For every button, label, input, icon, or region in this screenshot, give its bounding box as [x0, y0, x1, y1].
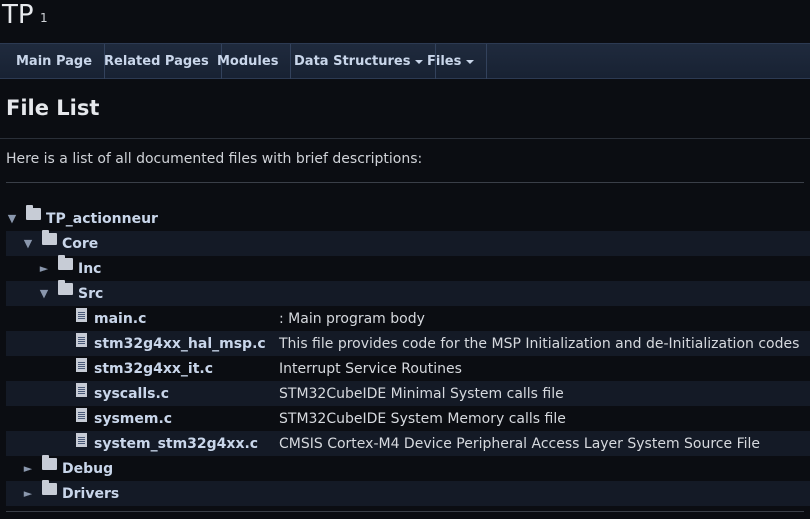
- nav-files[interactable]: Files: [415, 44, 488, 79]
- title-area: TP 1: [0, 0, 810, 42]
- tree-row-name[interactable]: Src: [78, 286, 103, 302]
- triangle-down-icon[interactable]: ▼: [22, 237, 34, 250]
- tree-row-name[interactable]: stm32g4xx_hal_msp.c: [94, 336, 266, 352]
- tree-row: ► Inc: [6, 255, 810, 281]
- tree-row-description: This file provides code for the MSP Init…: [279, 336, 800, 352]
- tree-row-name[interactable]: Drivers: [62, 486, 119, 502]
- chevron-down-icon: [466, 59, 475, 64]
- tree-row: main.c : Main program body: [6, 306, 810, 331]
- tree-row-name[interactable]: Debug: [62, 461, 113, 477]
- nav-data-structures-label: Data Structures: [294, 54, 411, 69]
- tree-row: ▼ Src: [6, 280, 810, 306]
- tree-row-name[interactable]: system_stm32g4xx.c: [94, 436, 258, 452]
- tree-row: ► Drivers: [6, 480, 810, 506]
- triangle-right-icon[interactable]: ►: [38, 262, 50, 275]
- page-title: File List: [6, 96, 100, 120]
- file-icon: [76, 408, 87, 422]
- header-title: File List: [0, 80, 810, 139]
- tree-row: sysmem.c STM32CubeIDE System Memory call…: [6, 406, 810, 431]
- file-icon: [76, 383, 87, 397]
- folder-icon: [26, 205, 41, 220]
- tree-row: ▼ Core: [6, 230, 810, 256]
- folder-icon: [42, 230, 57, 245]
- tree-row: syscalls.c STM32CubeIDE Minimal System c…: [6, 381, 810, 406]
- file-icon: [76, 308, 87, 322]
- tree-row-name[interactable]: Core: [62, 236, 98, 252]
- tree-row-name[interactable]: main.c: [94, 311, 146, 327]
- tree-row-name[interactable]: sysmem.c: [94, 411, 172, 427]
- project-name: TP: [2, 0, 34, 30]
- tree-row-description: STM32CubeIDE System Memory calls file: [279, 411, 566, 427]
- folder-icon: [58, 255, 73, 270]
- file-icon: [76, 333, 87, 347]
- nav-related-pages-label: Related Pages: [104, 54, 209, 69]
- file-icon: [76, 433, 87, 447]
- tree-row-name[interactable]: syscalls.c: [94, 386, 169, 402]
- tree-row-description: CMSIS Cortex-M4 Device Peripheral Access…: [279, 436, 760, 452]
- tree-row: stm32g4xx_it.c Interrupt Service Routine…: [6, 356, 810, 381]
- triangle-down-icon[interactable]: ▼: [6, 212, 18, 225]
- file-tree: ▼ TP_actionneur ▼ Core ► Inc ▼ Src main.…: [6, 205, 810, 506]
- intro-text: Here is a list of all documented files w…: [6, 151, 423, 167]
- nav-files-label: Files: [427, 54, 462, 69]
- tree-row-name[interactable]: stm32g4xx_it.c: [94, 361, 213, 377]
- triangle-down-icon[interactable]: ▼: [38, 287, 50, 300]
- tree-row: ▼ TP_actionneur: [6, 205, 810, 231]
- folder-icon: [58, 280, 73, 295]
- folder-icon: [42, 455, 57, 470]
- tree-row: ► Debug: [6, 455, 810, 481]
- tree-row: system_stm32g4xx.c CMSIS Cortex-M4 Devic…: [6, 431, 810, 456]
- triangle-right-icon[interactable]: ►: [22, 462, 34, 475]
- tree-row-description: Interrupt Service Routines: [279, 361, 462, 377]
- tree-row: stm32g4xx_hal_msp.c This file provides c…: [6, 331, 810, 356]
- tree-row-name[interactable]: Inc: [78, 261, 101, 277]
- nav-modules[interactable]: Modules: [205, 44, 292, 79]
- tree-row-description: STM32CubeIDE Minimal System calls file: [279, 386, 564, 402]
- tree-row-description: : Main program body: [279, 311, 425, 327]
- nav-main-page[interactable]: Main Page: [4, 44, 106, 79]
- nav-related-pages[interactable]: Related Pages: [92, 44, 222, 79]
- project-number: 1: [40, 11, 48, 25]
- nav-main-page-label: Main Page: [16, 54, 93, 69]
- nav-modules-label: Modules: [217, 54, 279, 69]
- divider: [6, 182, 804, 183]
- divider: [6, 511, 804, 512]
- folder-icon: [42, 480, 57, 495]
- tree-row-name[interactable]: TP_actionneur: [46, 211, 158, 227]
- main-nav: Main Page Related Pages Modules Data Str…: [0, 43, 810, 79]
- nav-data-structures[interactable]: Data Structures: [282, 44, 437, 79]
- file-icon: [76, 358, 87, 372]
- triangle-right-icon[interactable]: ►: [22, 487, 34, 500]
